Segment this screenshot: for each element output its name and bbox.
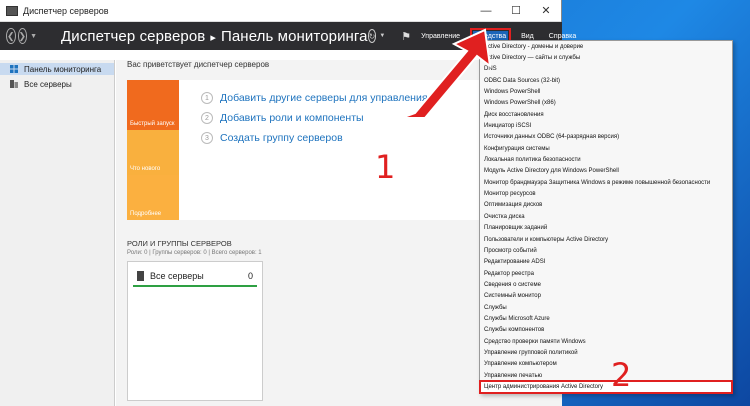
breadcrumb-root[interactable]: Диспетчер серверов [61,28,205,45]
annotation-number-1: 1 [375,148,396,186]
tools-menu-item[interactable]: Центр администрирования Active Directory [479,380,733,394]
tools-menu-item[interactable]: Службы компонентов [480,325,732,336]
sidebar-item-dashboard[interactable]: Панель мониторинга [0,63,114,75]
notifications-flag-icon[interactable]: ⚑ [401,30,411,43]
tools-menu-item[interactable]: Очистка диска [480,211,732,222]
tools-menu-item[interactable]: Active Directory - домены и доверие [480,41,732,52]
card-count: 0 [247,271,253,281]
back-arrow-icon[interactable]: ❮ [6,28,16,44]
step-number: 1 [201,92,213,104]
breadcrumb-page: Панель мониторинга [220,27,368,45]
tile-whats-new[interactable]: Что нового [127,130,179,175]
tools-menu-item[interactable]: Сведения о системе [480,279,732,290]
servers-icon [10,80,18,88]
step-add-roles[interactable]: 2 Добавить роли и компоненты [201,112,364,124]
welcome-tiles: Быстрый запуск Что нового Подробнее [127,80,179,220]
refresh-dropdown-icon[interactable]: ▼ [379,33,385,39]
tools-menu-item[interactable]: Службы Microsoft Azure [480,313,732,324]
breadcrumb: Диспетчер серверов ▸ Панель мониторинга [61,28,368,45]
tools-menu-item[interactable]: Монитор ресурсов [480,188,732,199]
tile-quick-start[interactable]: Быстрый запуск [127,80,179,130]
tools-menu-item[interactable]: Управление печатью [480,370,732,381]
tools-menu-item[interactable]: Средство проверки памяти Windows [480,336,732,347]
tools-menu-item[interactable]: Конфигурация системы [480,143,732,154]
forward-arrow-icon[interactable]: ❯ [17,28,28,44]
server-icon [137,271,144,281]
menu-manage[interactable]: Управление [419,31,462,42]
tools-menu-item[interactable]: Локальная политика безопасности [480,154,732,165]
refresh-icon[interactable]: ↻ [367,29,377,43]
step-link[interactable]: Добавить другие серверы для управления [220,92,428,104]
tools-menu-item[interactable]: Планировщик заданий [480,223,732,234]
step-add-servers[interactable]: 1 Добавить другие серверы для управления [201,92,428,104]
tools-menu-item[interactable]: Просмотр событий [480,245,732,256]
toolbar: ❮ ❯ ▼ Диспетчер серверов ▸ Панель монитори… [0,22,576,50]
tools-menu-item[interactable]: Редактирование ADSI [480,257,732,268]
tools-menu-item[interactable]: Windows PowerShell [480,86,732,97]
welcome-title: Вас приветствует диспетчер серверов [127,60,270,69]
step-number: 3 [201,132,213,144]
server-manager-window: Диспетчер серверов — ☐ ✕ ❮ ❯ ▼ Диспетчер… [0,0,576,406]
tools-menu-item[interactable]: Управление групповой политикой [480,347,732,358]
card-header[interactable]: Все серверы 0 [133,267,257,287]
tools-menu-item[interactable]: DNS [480,64,732,75]
tools-menu-item[interactable]: Монитор брандмауэра Защитника Windows в … [480,177,732,188]
tools-menu-item[interactable]: Системный монитор [480,291,732,302]
minimize-button[interactable]: — [471,0,501,22]
sidebar-item-label: Все серверы [24,79,72,89]
tools-menu-item[interactable]: Редактор реестра [480,268,732,279]
sidebar: Панель мониторинга Все серверы [0,60,115,406]
step-number: 2 [201,112,213,124]
sidebar-item-all-servers[interactable]: Все серверы [0,78,114,90]
annotation-number-2: 2 [611,356,632,394]
app-icon [6,5,18,16]
close-button[interactable]: ✕ [531,0,561,22]
tools-menu-item[interactable]: Управление компьютером [480,359,732,370]
roles-title: РОЛИ И ГРУППЫ СЕРВЕРОВ [127,239,232,248]
step-link[interactable]: Создать группу серверов [220,132,343,144]
tools-menu-item[interactable]: Оптимизация дисков [480,200,732,211]
tools-menu-item[interactable]: Диск восстановления [480,109,732,120]
step-link[interactable]: Добавить роли и компоненты [220,112,364,124]
roles-subtitle: Роли: 0 | Группы серверов: 0 | Всего сер… [127,250,262,256]
tile-learn-more[interactable]: Подробнее [127,175,179,220]
tools-menu-item[interactable]: Инициатор iSCSI [480,120,732,131]
tools-dropdown-menu: Active Directory - домены и доверие Activ… [479,40,733,394]
tools-menu-item[interactable]: Windows PowerShell (x86) [480,98,732,109]
nav-dropdown-icon[interactable]: ▼ [30,33,37,40]
tools-menu-item[interactable]: Active Directory — сайты и службы [480,52,732,63]
dashboard-icon [10,65,18,73]
tools-menu-item[interactable]: Пользователи и компьютеры Active Directo… [480,234,732,245]
sidebar-item-label: Панель мониторинга [24,64,102,74]
tools-menu-item[interactable]: Службы [480,302,732,313]
step-create-group[interactable]: 3 Создать группу серверов [201,132,343,144]
window-title: Диспетчер серверов [23,5,109,16]
card-label: Все серверы [150,271,204,281]
tools-menu-item[interactable]: ODBC Data Sources (32-bit) [480,75,732,86]
all-servers-card[interactable]: Все серверы 0 [127,261,263,401]
tools-menu-item[interactable]: Модуль Active Directory для Windows Powe… [480,166,732,177]
maximize-button[interactable]: ☐ [501,0,531,22]
tools-menu-item[interactable]: Источники данных ODBC (64-разрядная верс… [480,132,732,143]
title-bar: Диспетчер серверов — ☐ ✕ [0,0,561,22]
breadcrumb-separator-icon: ▸ [210,31,216,44]
